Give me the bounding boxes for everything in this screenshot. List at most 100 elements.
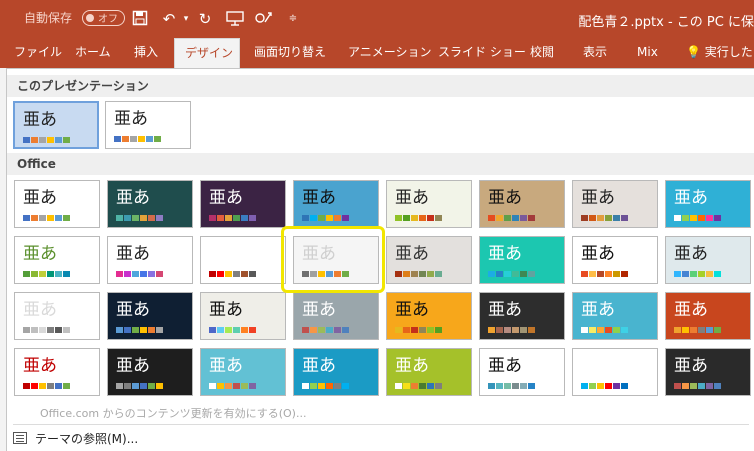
- office-theme-thumbnail[interactable]: 亜あ: [386, 292, 472, 340]
- color-swatch: [225, 327, 232, 333]
- color-swatch: [39, 327, 46, 333]
- color-swatch: [140, 327, 147, 333]
- browse-themes-label: テーマの参照(M)...: [35, 431, 139, 446]
- theme-sample-text: 亜あ: [209, 300, 243, 320]
- office-theme-thumbnail[interactable]: 亜あ: [293, 180, 379, 228]
- office-theme-thumbnail[interactable]: 亜あ: [200, 180, 286, 228]
- chevron-down-icon[interactable]: ▾: [177, 10, 195, 28]
- color-swatch: [419, 327, 426, 333]
- office-theme-thumbnail[interactable]: 亜あ: [572, 180, 658, 228]
- color-swatch: [528, 327, 535, 333]
- office-theme-thumbnail[interactable]: 亜あ: [14, 180, 100, 228]
- color-swatch: [124, 215, 131, 221]
- color-swatch: [613, 271, 620, 277]
- office-theme-thumbnail[interactable]: 亜あ: [386, 348, 472, 396]
- tab-transitions[interactable]: 画面切り替え: [244, 38, 336, 68]
- office-theme-thumbnail[interactable]: 亜あ: [479, 236, 565, 284]
- enable-office-com-updates[interactable]: Office.com からのコンテンツ更新を有効にする(O)...: [40, 405, 306, 421]
- office-theme-thumbnail[interactable]: 亜あ: [572, 348, 658, 396]
- color-swatch: [581, 271, 588, 277]
- color-swatch: [528, 215, 535, 221]
- office-theme-thumbnail[interactable]: 亜あ: [14, 292, 100, 340]
- color-swatch: [63, 137, 70, 143]
- office-theme-thumbnail[interactable]: 亜あ: [665, 292, 751, 340]
- theme-sample-text: 亜あ: [488, 300, 522, 320]
- theme-sample-text: 亜あ: [209, 188, 243, 208]
- color-swatch: [714, 215, 721, 221]
- office-theme-thumbnail[interactable]: 亜あ: [665, 348, 751, 396]
- color-swatch: [597, 271, 604, 277]
- present-from-start-icon[interactable]: [226, 10, 244, 28]
- office-theme-thumbnail[interactable]: 亜あ: [107, 180, 193, 228]
- theme-sample-text: 亜あ: [209, 356, 243, 376]
- color-swatch: [47, 383, 54, 389]
- color-swatch: [334, 215, 341, 221]
- office-theme-thumbnail[interactable]: 亜あ: [479, 292, 565, 340]
- office-theme-thumbnail[interactable]: 亜あ: [14, 236, 100, 284]
- theme-sample-text: 亜あ: [395, 300, 429, 320]
- autosave-control[interactable]: 自動保存 オフ: [24, 9, 126, 26]
- theme-sample-text: 亜あ: [23, 356, 57, 376]
- theme-sample-text: 亜あ: [581, 356, 615, 376]
- office-theme-thumbnail[interactable]: 亜あ: [479, 180, 565, 228]
- color-swatch: [690, 215, 697, 221]
- color-swatch: [528, 271, 535, 277]
- office-theme-thumbnail[interactable]: 亜あ: [107, 348, 193, 396]
- save-icon[interactable]: [131, 10, 149, 28]
- theme-sample-text: 亜あ: [23, 244, 57, 264]
- tab-file[interactable]: ファイル: [4, 38, 72, 68]
- color-swatch: [589, 327, 596, 333]
- tell-me-search[interactable]: 💡 実行したい: [676, 38, 754, 68]
- color-swatch: [411, 215, 418, 221]
- office-theme-thumbnail[interactable]: 亜あ: [107, 292, 193, 340]
- tab-design[interactable]: デザイン: [174, 38, 240, 68]
- tab-view[interactable]: 表示: [573, 38, 617, 68]
- office-theme-thumbnail[interactable]: 亜あ: [665, 180, 751, 228]
- office-theme-thumbnail[interactable]: 亜あ: [386, 236, 472, 284]
- office-theme-thumbnail[interactable]: 亜あ: [293, 348, 379, 396]
- theme-sample-text: 亜あ: [23, 300, 57, 320]
- office-theme-thumbnail[interactable]: 亜あ: [107, 236, 193, 284]
- office-theme-thumbnail[interactable]: 亜あ: [293, 292, 379, 340]
- office-theme-thumbnail[interactable]: 亜あ: [479, 348, 565, 396]
- redo-icon[interactable]: ↻: [196, 10, 214, 28]
- color-swatch: [698, 271, 705, 277]
- color-swatch: [318, 383, 325, 389]
- color-swatch: [395, 215, 402, 221]
- office-theme-thumbnail[interactable]: 亜あ: [200, 292, 286, 340]
- color-swatch: [395, 271, 402, 277]
- tab-review[interactable]: 校閲: [520, 38, 564, 68]
- color-swatch: [225, 215, 232, 221]
- office-theme-thumbnail[interactable]: 亜あ: [386, 180, 472, 228]
- current-theme-thumbnail[interactable]: 亜あ: [105, 101, 191, 149]
- color-swatch: [302, 383, 309, 389]
- office-theme-thumbnail[interactable]: 亜あ: [572, 292, 658, 340]
- office-theme-thumbnail[interactable]: 亜あ: [665, 236, 751, 284]
- tab-home[interactable]: ホーム: [65, 38, 121, 68]
- tab-mix[interactable]: Mix: [627, 38, 668, 68]
- office-theme-thumbnail[interactable]: 亜あ: [14, 348, 100, 396]
- browse-themes[interactable]: テーマの参照(M)...: [13, 427, 138, 449]
- autosave-toggle[interactable]: オフ: [82, 9, 126, 26]
- color-swatch: [209, 215, 216, 221]
- office-theme-thumbnail[interactable]: 亜あ: [200, 348, 286, 396]
- tab-insert[interactable]: 挿入: [124, 38, 168, 68]
- office-theme-thumbnail[interactable]: 亜あ: [200, 236, 286, 284]
- color-swatch: [613, 215, 620, 221]
- undo-icon[interactable]: ↶: [160, 10, 178, 28]
- color-swatch: [403, 327, 410, 333]
- current-theme-thumbnail[interactable]: 亜あ: [13, 101, 99, 149]
- color-swatch: [55, 383, 62, 389]
- tab-animations[interactable]: アニメーション: [338, 38, 442, 68]
- theme-sample-text: 亜あ: [395, 356, 429, 376]
- color-swatch: [209, 383, 216, 389]
- color-swatch: [124, 271, 131, 277]
- theme-sample-text: 亜あ: [395, 244, 429, 264]
- office-theme-thumbnail[interactable]: 亜あ: [572, 236, 658, 284]
- customize-qat-icon[interactable]: ≑: [284, 10, 302, 28]
- touch-mode-icon[interactable]: [254, 10, 272, 28]
- lightbulb-icon: 💡: [686, 45, 701, 59]
- color-swatch: [31, 327, 38, 333]
- color-swatch: [690, 383, 697, 389]
- color-swatch: [47, 271, 54, 277]
